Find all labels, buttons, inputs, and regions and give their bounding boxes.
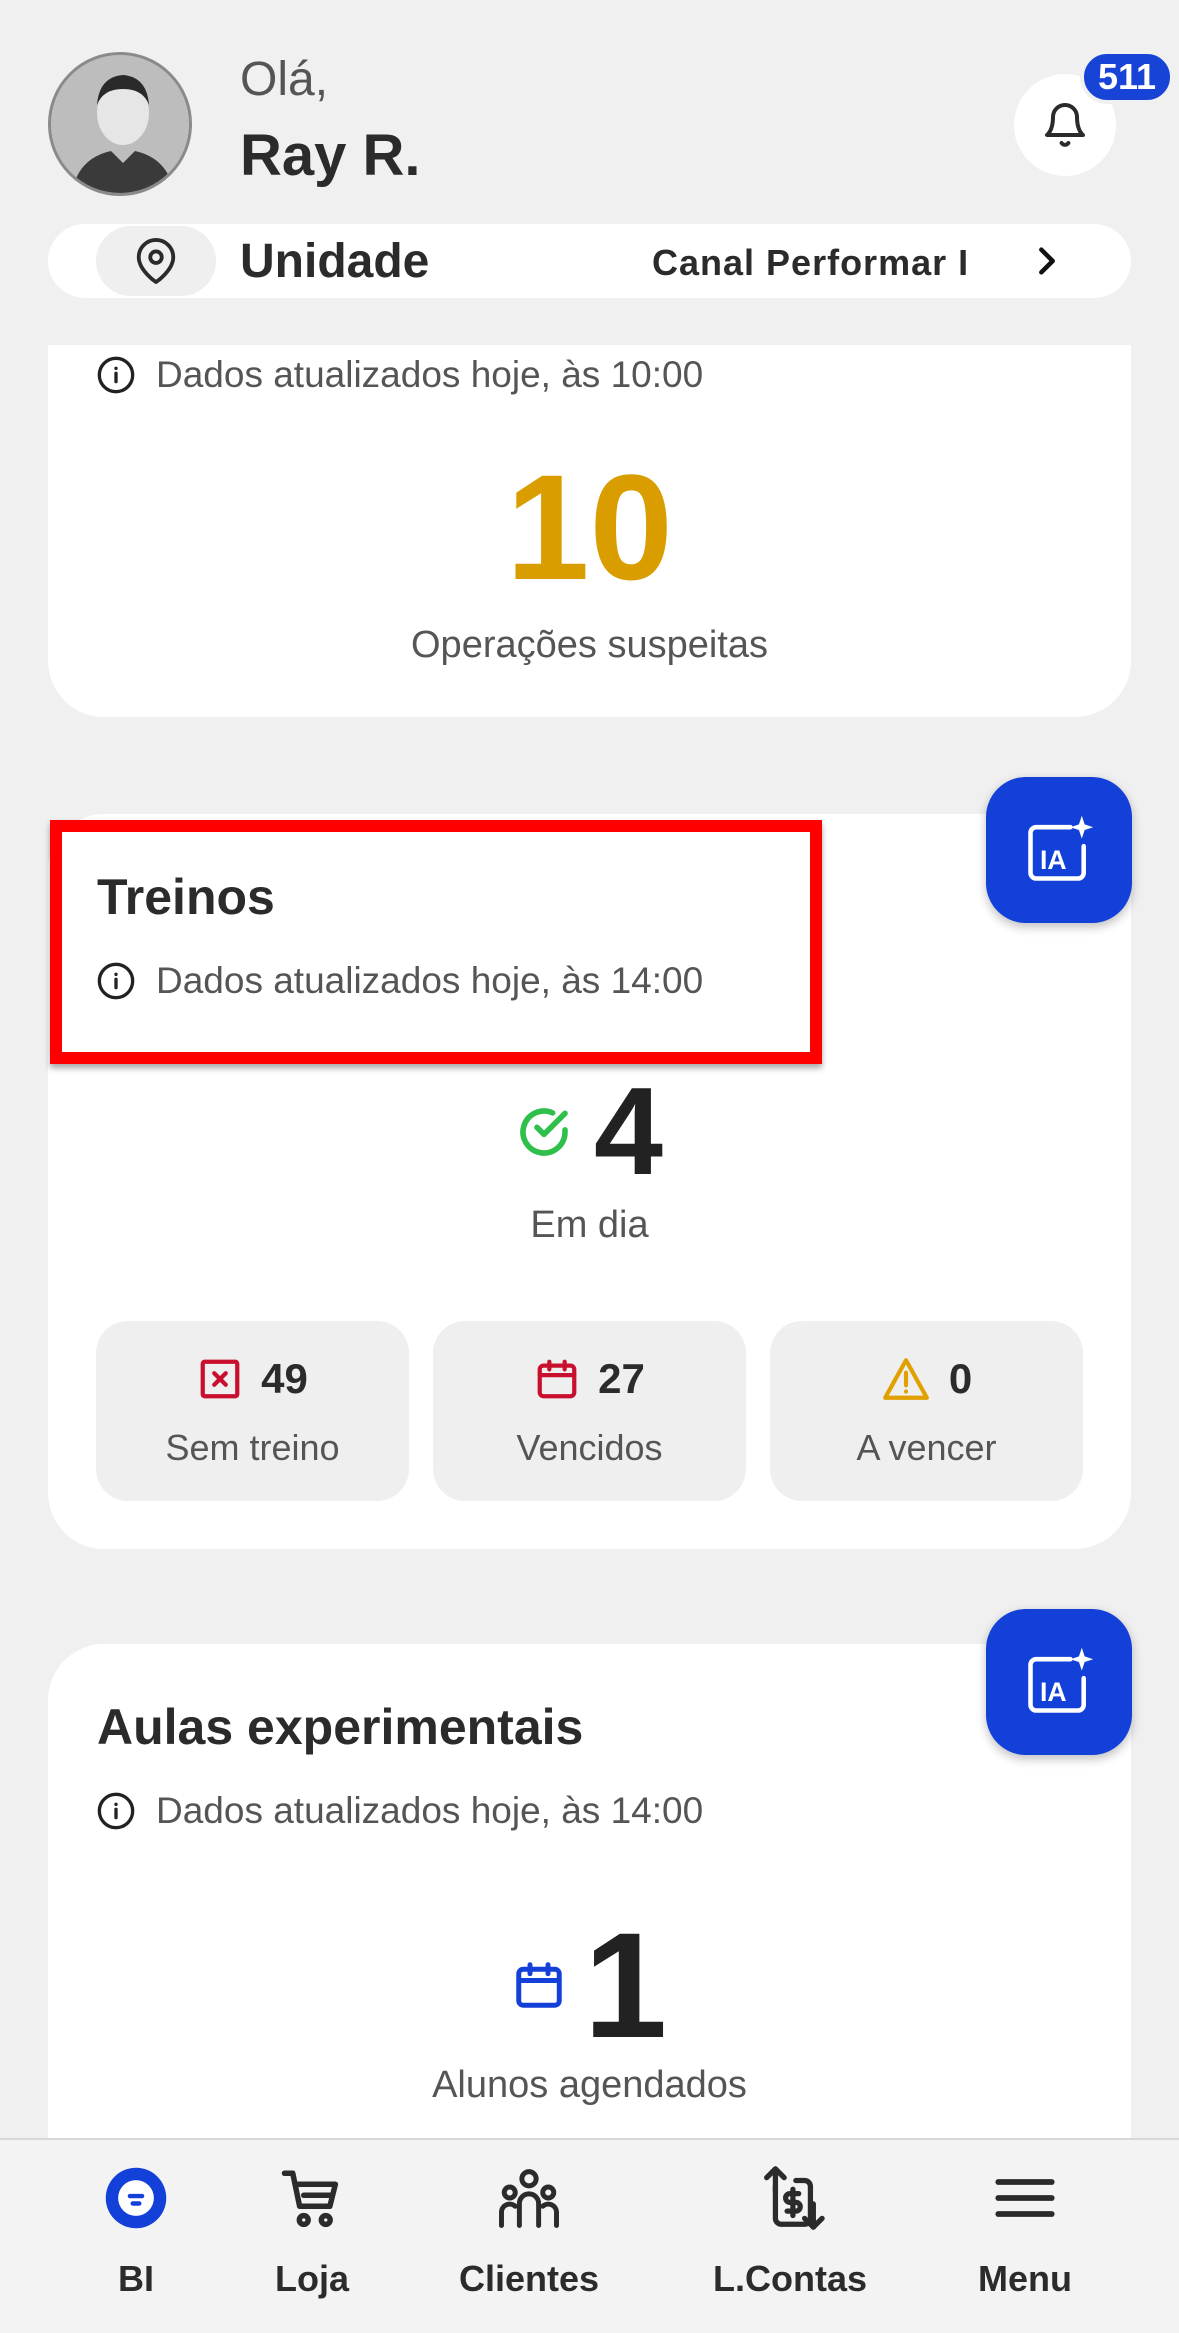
nav-label: Loja [274,2258,349,2299]
calendar-icon [516,1962,562,2008]
location-pin-icon [96,226,216,296]
nav-item-menu[interactable]: Menu [925,2160,1125,2300]
tile-label: Sem treino [165,1427,340,1468]
cart-icon [281,2170,339,2228]
notification-badge: 511 [1080,50,1175,104]
tile-vencidos[interactable]: 27 Vencidos [433,1321,746,1501]
agendados-stat: 1 [0,1910,1179,2060]
nav-item-loja[interactable]: Loja [212,2160,412,2300]
em-dia-stat: 4 [0,1070,1179,1194]
people-icon [499,2169,559,2228]
svg-text:IA: IA [1040,1677,1067,1707]
bell-icon [1045,103,1085,147]
ia-button-treinos[interactable]: IA [986,777,1132,923]
tile-label: Vencidos [516,1427,663,1468]
info-icon [97,1792,135,1830]
hamburger-icon [995,2179,1055,2217]
nav-label: BI [118,2258,154,2299]
tile-value: 0 [948,1355,973,1402]
check-circle-icon [520,1108,568,1156]
greeting-text: Olá, [240,53,329,106]
nav-item-lcontas[interactable]: L.Contas [690,2160,890,2300]
ai-image-icon: IA [1028,1647,1094,1713]
nav-label: Menu [978,2258,1072,2299]
update-text: Dados atualizados hoje, às 14:00 [156,1790,704,1831]
tile-value: 27 [598,1355,645,1402]
nav-item-clientes[interactable]: Clientes [429,2160,629,2300]
x-square-icon [200,1359,240,1399]
tile-a-vencer[interactable]: 0 A vencer [770,1321,1083,1501]
suspicious-caption: Operações suspeitas [411,624,768,666]
agendados-count: 1 [583,1901,668,2069]
nav-label: Clientes [458,2258,600,2299]
calendar-icon [537,1359,577,1399]
tile-value: 49 [261,1355,308,1402]
update-info: Dados atualizados hoje, às 10:00 [96,354,703,396]
tile-sem-treino[interactable]: 49 Sem treino [96,1321,409,1501]
bi-icon [105,2167,167,2229]
ai-image-icon: IA [1028,815,1094,881]
update-text: Dados atualizados hoje, às 10:00 [156,354,704,395]
warning-icon [882,1358,929,1400]
avatar[interactable] [48,52,192,196]
agendados-caption: Alunos agendados [432,2064,747,2106]
nav-label: L.Contas [712,2258,867,2299]
info-icon [97,356,135,394]
chevron-right-icon[interactable] [1030,240,1064,287]
em-dia-caption: Em dia [530,1204,649,1246]
highlight-box [50,820,822,1064]
money-transfer-icon [764,2166,825,2230]
user-name: Ray R. [240,123,421,188]
aulas-title: Aulas experimentais [97,1699,584,1755]
svg-text:IA: IA [1040,845,1067,875]
tile-label: A vencer [856,1427,997,1468]
nav-item-bi[interactable]: BI [36,2160,236,2300]
ia-button-aulas[interactable]: IA [986,1609,1132,1755]
unit-value: Canal Performar I [652,242,970,283]
unit-label: Unidade [240,235,430,288]
update-info: Dados atualizados hoje, às 14:00 [96,1790,703,1832]
em-dia-count: 4 [594,1063,663,1201]
suspicious-count: 10 [506,443,673,611]
